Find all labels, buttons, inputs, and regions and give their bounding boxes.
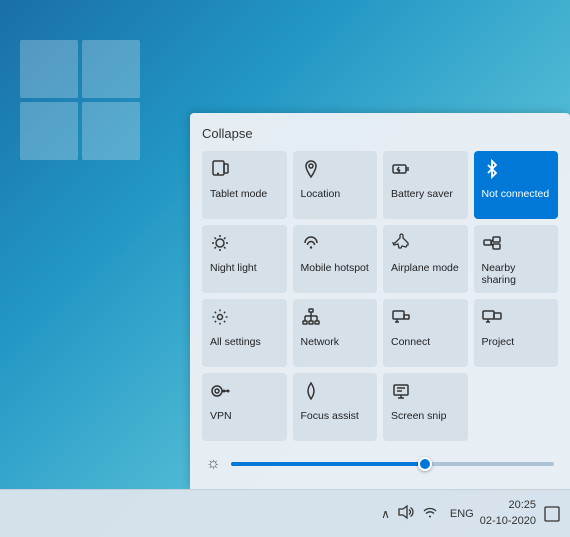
quick-tile-airplane-mode[interactable]: Airplane mode xyxy=(383,225,468,293)
win-tile-2 xyxy=(82,40,140,98)
battery-saver-icon xyxy=(391,159,411,182)
project-label: Project xyxy=(482,336,515,349)
project-icon xyxy=(482,307,502,330)
tablet-mode-icon xyxy=(210,159,230,182)
connect-label: Connect xyxy=(391,336,430,349)
not-connected-label: Not connected xyxy=(482,188,550,201)
quick-tile-location[interactable]: Location xyxy=(293,151,378,219)
quick-tile-vpn[interactable]: VPN xyxy=(202,373,287,441)
brightness-slider-fill xyxy=(231,462,425,466)
quick-tile-empty xyxy=(474,373,559,441)
quick-tile-project[interactable]: Project xyxy=(474,299,559,367)
airplane-mode-icon xyxy=(391,233,411,256)
quick-tile-night-light[interactable]: Night light xyxy=(202,225,287,293)
quick-tile-network[interactable]: Network xyxy=(293,299,378,367)
quick-tile-focus-assist[interactable]: Focus assist xyxy=(293,373,378,441)
airplane-mode-label: Airplane mode xyxy=(391,262,459,275)
quick-tile-nearby-sharing[interactable]: Nearby sharing xyxy=(474,225,559,293)
nearby-sharing-label: Nearby sharing xyxy=(482,262,553,287)
screen-snip-label: Screen snip xyxy=(391,410,446,423)
taskbar-volume-icon[interactable] xyxy=(398,504,414,523)
taskbar: ∧ ENG 20:25 02-10-2020 xyxy=(0,489,570,537)
focus-assist-icon xyxy=(301,381,321,404)
connect-icon xyxy=(391,307,411,330)
quick-actions-grid: Tablet mode Location xyxy=(202,151,558,441)
mobile-hotspot-label: Mobile hotspot xyxy=(301,262,369,275)
quick-tile-battery-saver[interactable]: Battery saver xyxy=(383,151,468,219)
night-light-icon xyxy=(210,233,230,256)
all-settings-icon xyxy=(210,307,230,330)
quick-tile-not-connected[interactable]: Not connected xyxy=(474,151,559,219)
taskbar-wifi-icon[interactable] xyxy=(422,504,438,523)
network-icon xyxy=(301,307,321,330)
brightness-control: ☼ xyxy=(202,455,558,473)
taskbar-language[interactable]: ENG xyxy=(450,508,474,520)
location-icon xyxy=(301,159,321,182)
taskbar-system-icons: ∧ xyxy=(375,504,444,523)
all-settings-label: All settings xyxy=(210,336,261,349)
focus-assist-label: Focus assist xyxy=(301,410,359,423)
screen-snip-icon xyxy=(391,381,411,404)
quick-tile-all-settings[interactable]: All settings xyxy=(202,299,287,367)
taskbar-time: 20:25 xyxy=(480,498,536,513)
win-tile-1 xyxy=(20,40,78,98)
quick-tile-mobile-hotspot[interactable]: Mobile hotspot xyxy=(293,225,378,293)
brightness-slider-thumb[interactable] xyxy=(418,457,432,471)
vpn-icon xyxy=(210,381,230,404)
location-label: Location xyxy=(301,188,341,201)
win-tile-3 xyxy=(20,102,78,160)
quick-tile-screen-snip[interactable]: Screen snip xyxy=(383,373,468,441)
battery-saver-label: Battery saver xyxy=(391,188,453,201)
vpn-label: VPN xyxy=(210,410,232,423)
action-center-panel: Collapse Tablet mode Location xyxy=(190,113,570,489)
brightness-slider-track[interactable] xyxy=(231,462,554,466)
taskbar-date: 02-10-2020 xyxy=(480,514,536,529)
quick-tile-tablet-mode[interactable]: Tablet mode xyxy=(202,151,287,219)
tablet-mode-label: Tablet mode xyxy=(210,188,267,201)
night-light-label: Night light xyxy=(210,262,257,275)
win-tile-4 xyxy=(82,102,140,160)
taskbar-right-area: ∧ ENG 20:25 02-10-2020 xyxy=(375,498,562,529)
mobile-hotspot-icon xyxy=(301,233,321,256)
taskbar-clock[interactable]: 20:25 02-10-2020 xyxy=(480,498,536,529)
nearby-sharing-icon xyxy=(482,233,502,256)
brightness-icon: ☼ xyxy=(206,455,221,473)
taskbar-notification-button[interactable] xyxy=(542,504,562,524)
taskbar-chevron-icon[interactable]: ∧ xyxy=(381,507,390,521)
network-label: Network xyxy=(301,336,340,349)
windows-logo xyxy=(20,40,140,160)
bluetooth-icon xyxy=(482,159,502,182)
quick-tile-connect[interactable]: Connect xyxy=(383,299,468,367)
collapse-button[interactable]: Collapse xyxy=(202,126,253,141)
